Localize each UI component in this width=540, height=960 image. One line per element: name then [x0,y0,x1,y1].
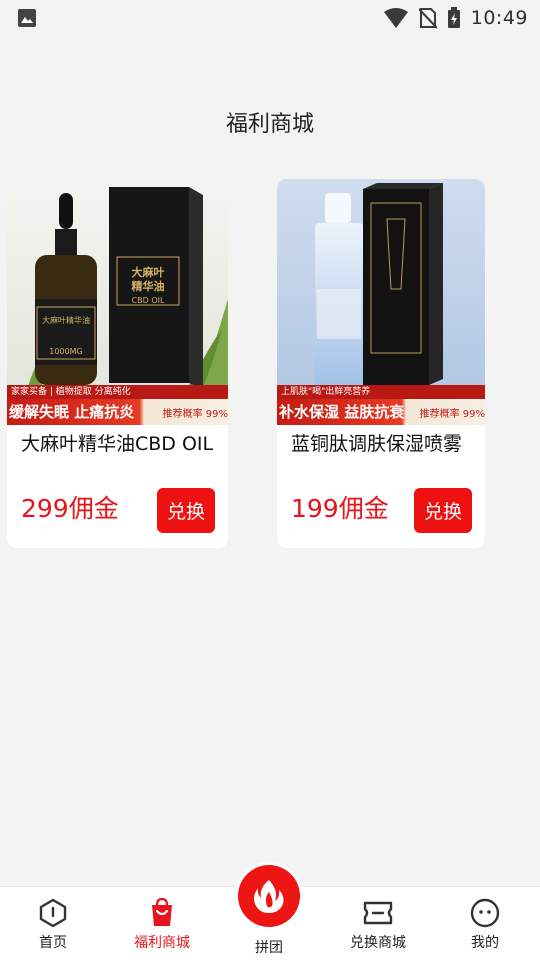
product-card[interactable]: 上肌肤"喝"出鲜亮营养 补水保湿 益肤抗衰 推荐概率 99% 蓝铜肽调肤保湿喷雾… [277,179,485,548]
no-sim-icon [418,8,437,29]
exchange-button[interactable]: 兑换 [157,488,215,533]
battery-charging-icon [447,7,460,28]
svg-text:CBD OIL: CBD OIL [132,296,165,305]
promo-slogan: 补水保湿 益肤抗衰 [279,403,405,421]
wifi-icon [383,8,408,28]
svg-text:大麻叶: 大麻叶 [132,265,165,279]
product-price: 199佣金 [291,494,389,523]
svg-text:精华油: 精华油 [132,279,165,293]
tab-welfare-label: 福利商城 [134,935,190,951]
ticket-icon [362,897,394,929]
svg-text:1000MG: 1000MG [49,347,82,356]
product-image: 大麻叶 精华油 CBD OIL 大麻叶精华油 1000MG 家家买备 | 植物提… [7,179,228,425]
face-icon [469,897,501,929]
tab-group-label: 拼团 [255,940,283,956]
home-hexagon-icon [37,897,69,929]
promo-tagline: 上肌肤"喝"出鲜亮营养 [277,385,485,399]
svg-text:大麻叶精华油: 大麻叶精华油 [42,315,90,325]
tab-welfare-mall[interactable]: 福利商城 [117,887,207,960]
tab-mine-label: 我的 [471,935,499,951]
tab-home-label: 首页 [39,935,67,951]
product-name: 蓝铜肽调肤保湿喷雾 [291,433,463,455]
product-name: 大麻叶精华油CBD OIL [21,433,214,455]
tab-mine[interactable]: 我的 [440,887,530,960]
flame-logo-icon [238,865,300,927]
promo-banner: 家家买备 | 植物提取 分离纯化 缓解失眠 止痛抗炎 推荐概率 99% [7,385,228,425]
group-buy-logo-button[interactable] [235,862,303,930]
product-image: 上肌肤"喝"出鲜亮营养 补水保湿 益肤抗衰 推荐概率 99% [277,179,485,425]
tab-home[interactable]: 首页 [8,887,98,960]
promo-tagline: 家家买备 | 植物提取 分离纯化 [7,385,228,399]
tab-exchange-label: 兑换商城 [350,935,406,951]
product-card[interactable]: 大麻叶 精华油 CBD OIL 大麻叶精华油 1000MG 家家买备 | 植物提… [7,179,228,548]
product-price: 299佣金 [21,494,119,523]
tab-exchange-mall[interactable]: 兑换商城 [333,887,423,960]
exchange-button[interactable]: 兑换 [414,488,472,533]
status-time: 10:49 [470,7,528,29]
promo-rate: 推荐概率 99% [162,409,228,420]
promo-banner: 上肌肤"喝"出鲜亮营养 补水保湿 益肤抗衰 推荐概率 99% [277,385,485,425]
page-title: 福利商城 [225,112,314,137]
promo-rate: 推荐概率 99% [419,409,485,420]
status-bar: 10:49 [0,0,540,36]
shopping-bag-icon [146,897,178,929]
promo-slogan: 缓解失眠 止痛抗炎 [9,403,135,421]
gallery-notification-icon [18,9,36,27]
